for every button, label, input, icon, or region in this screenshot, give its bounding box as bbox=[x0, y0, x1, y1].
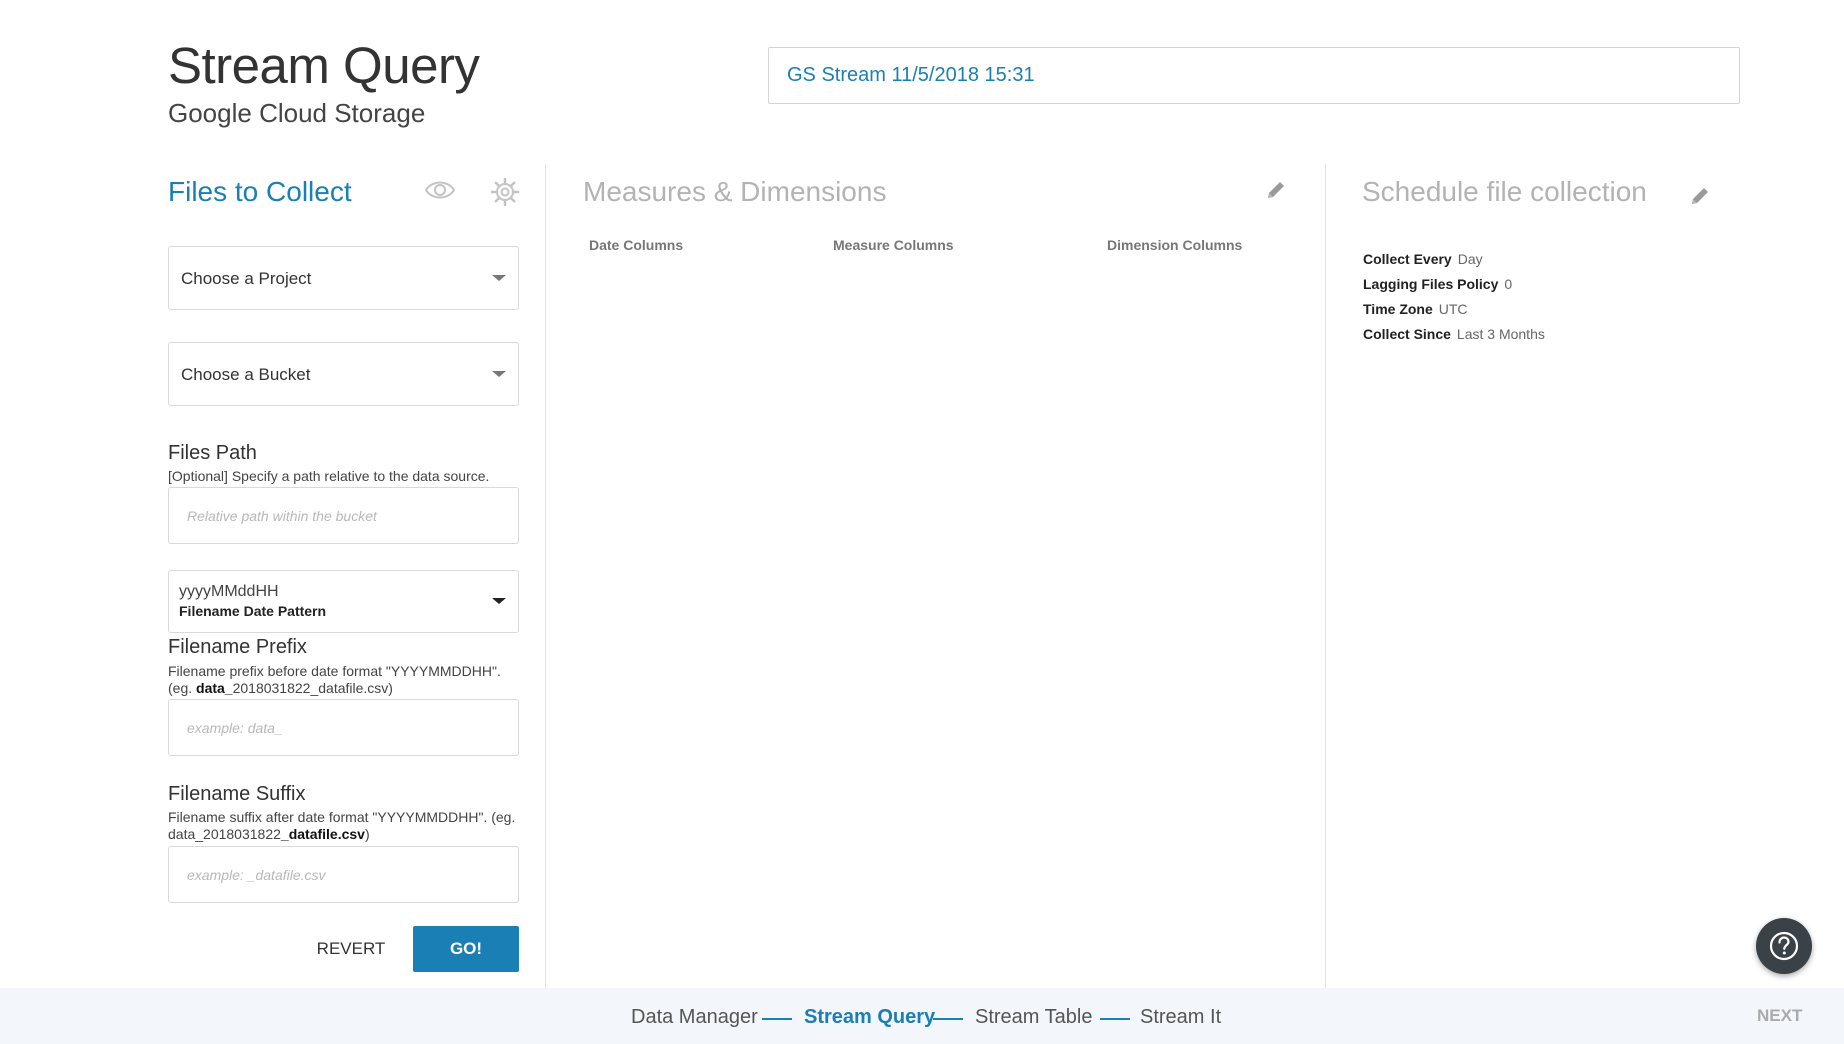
filename-prefix-help: Filename prefix before date format "YYYY… bbox=[168, 663, 501, 696]
bucket-select[interactable]: Choose a Bucket bbox=[168, 342, 519, 406]
step-connector bbox=[933, 1018, 963, 1020]
bucket-select-label: Choose a Bucket bbox=[181, 365, 311, 384]
pencil-icon[interactable] bbox=[1690, 186, 1710, 206]
date-columns-header: Date Columns bbox=[589, 237, 684, 253]
column-divider bbox=[1325, 164, 1326, 988]
help-button[interactable] bbox=[1756, 918, 1812, 974]
filename-suffix-help: Filename suffix after date format "YYYYM… bbox=[168, 809, 516, 842]
revert-button[interactable]: REVERT bbox=[312, 926, 390, 972]
question-icon bbox=[1769, 931, 1799, 961]
schedule-title: Schedule file collection bbox=[1362, 176, 1647, 207]
page-title: Stream Query bbox=[168, 37, 480, 94]
gear-icon[interactable] bbox=[490, 177, 520, 207]
measure-columns-header: Measure Columns bbox=[833, 237, 954, 253]
filename-prefix-input[interactable] bbox=[168, 699, 519, 756]
filename-prefix-label: Filename Prefix bbox=[168, 636, 307, 658]
step-connector bbox=[1100, 1018, 1130, 1020]
chevron-down-icon bbox=[492, 275, 506, 281]
files-path-input[interactable] bbox=[168, 487, 519, 544]
measures-dimensions-title: Measures & Dimensions bbox=[583, 176, 887, 207]
column-divider bbox=[545, 164, 546, 988]
chevron-down-icon bbox=[492, 598, 506, 604]
filename-suffix-input[interactable] bbox=[168, 846, 519, 903]
step-stream-table[interactable]: Stream Table bbox=[975, 1006, 1092, 1029]
date-pattern-select[interactable]: yyyyMMddHH Filename Date Pattern bbox=[168, 570, 519, 633]
step-stream-it[interactable]: Stream It bbox=[1140, 1006, 1221, 1029]
go-button[interactable]: GO! bbox=[413, 926, 519, 972]
files-to-collect-title: Files to Collect bbox=[168, 176, 352, 207]
page-subtitle: Google Cloud Storage bbox=[168, 98, 426, 128]
date-pattern-value: yyyyMMddHH bbox=[179, 583, 279, 600]
chevron-down-icon bbox=[492, 371, 506, 377]
schedule-row-time-zone: Time Zone UTC bbox=[1363, 301, 1468, 317]
schedule-row-collect-since: Collect Since Last 3 Months bbox=[1363, 326, 1545, 342]
next-button[interactable]: NEXT bbox=[1757, 1006, 1802, 1026]
wizard-footer: Data Manager Stream Query Stream Table S… bbox=[0, 988, 1844, 1044]
project-select[interactable]: Choose a Project bbox=[168, 246, 519, 310]
eye-icon[interactable] bbox=[424, 178, 456, 202]
files-path-help: [Optional] Specify a path relative to th… bbox=[168, 468, 490, 484]
step-connector bbox=[762, 1018, 792, 1020]
project-select-label: Choose a Project bbox=[181, 269, 312, 288]
schedule-row-lagging-policy: Lagging Files Policy 0 bbox=[1363, 276, 1513, 292]
date-pattern-label: Filename Date Pattern bbox=[179, 603, 327, 619]
files-path-label: Files Path bbox=[168, 442, 257, 464]
pencil-icon[interactable] bbox=[1266, 180, 1286, 200]
filename-suffix-label: Filename Suffix bbox=[168, 783, 306, 805]
step-data-manager[interactable]: Data Manager bbox=[631, 1006, 758, 1029]
schedule-row-collect-every: Collect Every Day bbox=[1363, 251, 1483, 267]
step-stream-query[interactable]: Stream Query bbox=[804, 1006, 935, 1029]
dimension-columns-header: Dimension Columns bbox=[1107, 237, 1243, 253]
stream-name-input[interactable] bbox=[768, 47, 1740, 104]
